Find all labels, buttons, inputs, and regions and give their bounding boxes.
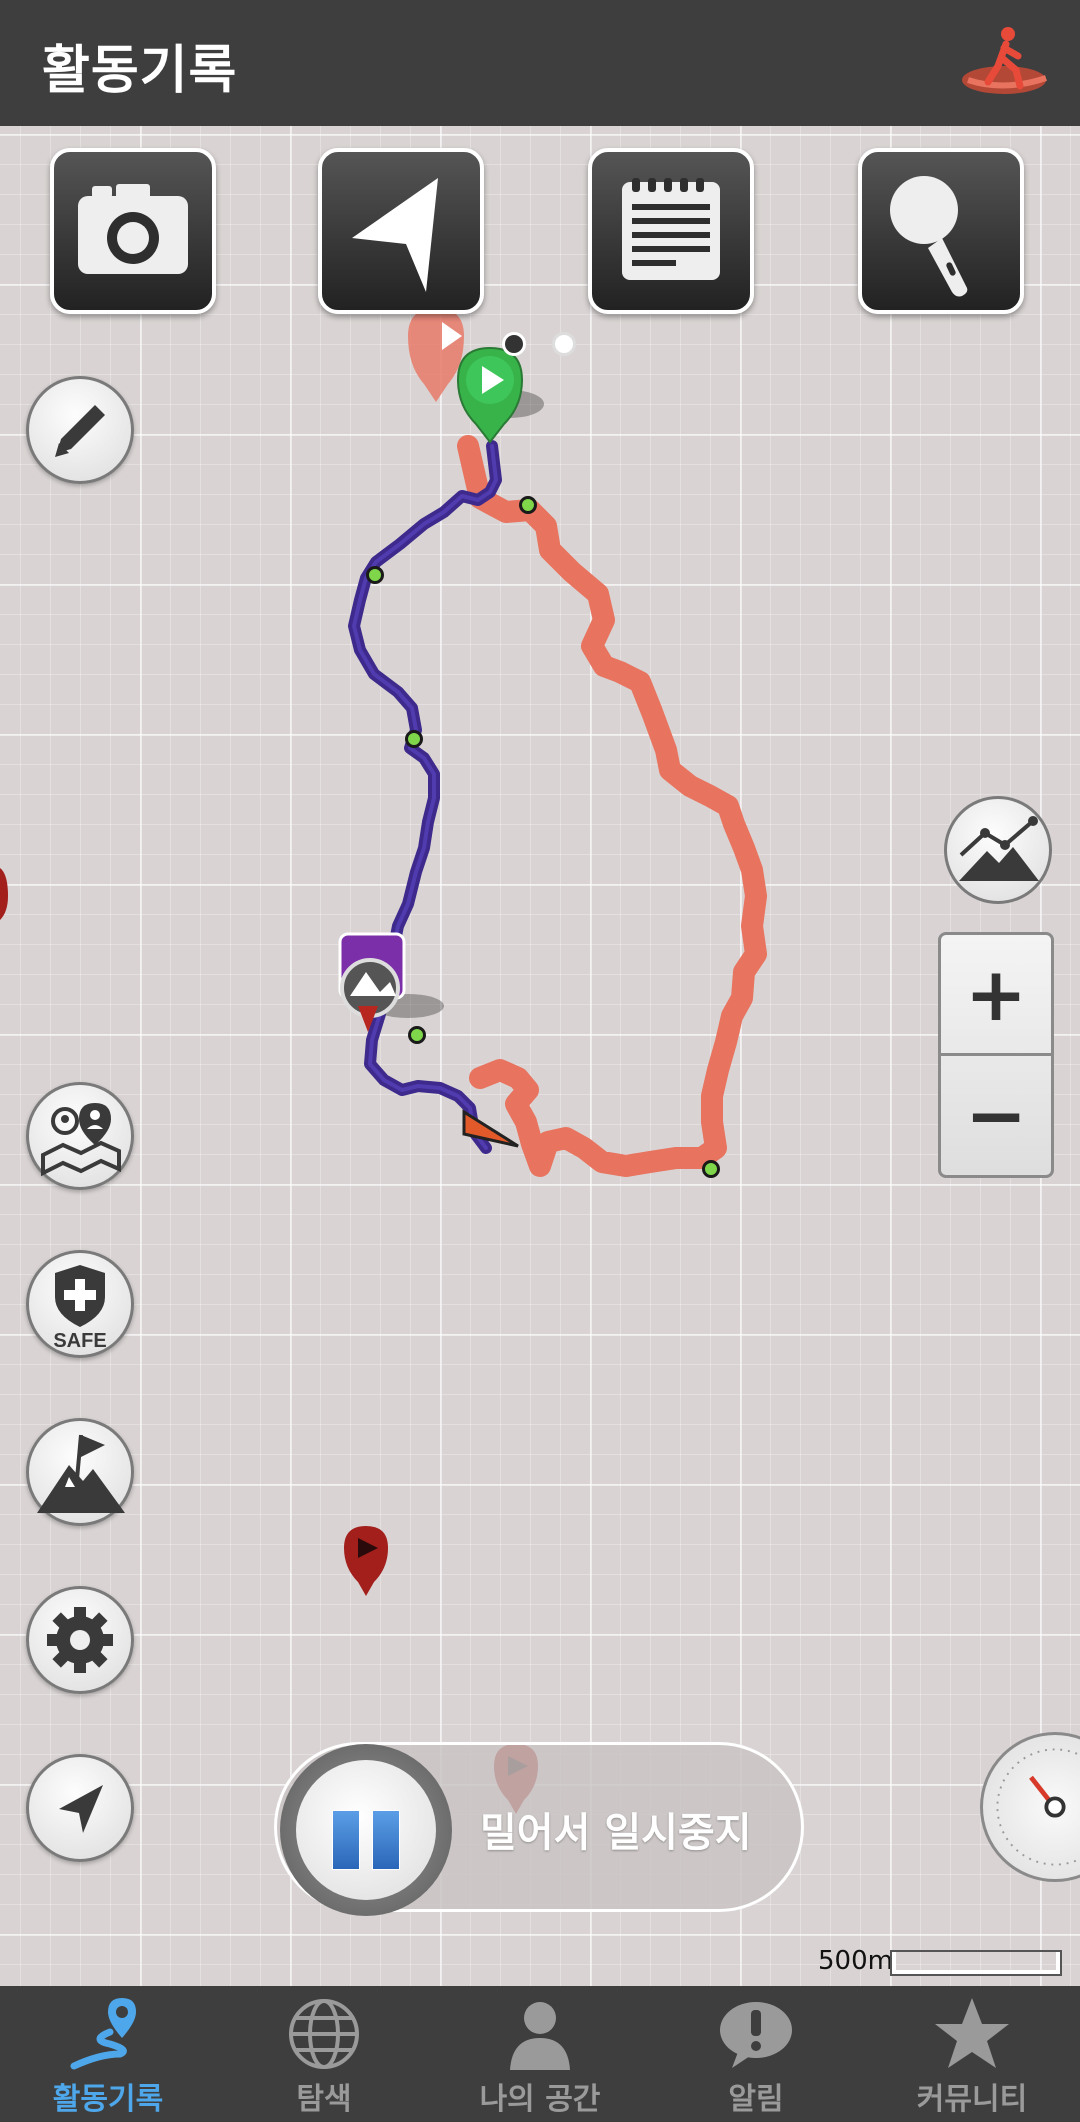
start-flag-pin-icon	[456, 346, 544, 444]
pause-icon	[332, 1810, 360, 1870]
tab-label: 탐색	[296, 2082, 352, 2117]
tab-label: 나의 공간	[479, 2082, 601, 2117]
tab-label: 알림	[728, 2082, 784, 2117]
pencil-icon	[55, 405, 105, 457]
edit-button[interactable]	[26, 376, 134, 484]
zoom-in-label: +	[964, 952, 1027, 1038]
tab-explore[interactable]: 탐색	[216, 1986, 432, 2122]
route-waypoint[interactable]	[519, 496, 537, 514]
slide-to-pause-label: 밀어서 일시중지	[480, 1810, 752, 1856]
gear-icon	[47, 1607, 113, 1673]
elevation-chart-icon	[959, 816, 1039, 881]
map-scale-bar	[892, 1952, 1060, 1974]
app-header: 활동기록	[0, 0, 1080, 126]
compass-icon	[996, 1748, 1080, 1866]
svg-text:SAFE: SAFE	[53, 1330, 106, 1352]
summit-marker-icon	[338, 932, 444, 1032]
page-indicator-active[interactable]	[502, 332, 526, 356]
globe-icon	[289, 1999, 359, 2069]
zoom-in-button[interactable]: +	[941, 935, 1051, 1055]
mountain-flag-button[interactable]	[26, 1418, 134, 1526]
route-pin-icon	[70, 1998, 136, 2070]
edge-pin-icon	[0, 868, 8, 920]
bottom-tab-bar: 활동기록 탐색 나의 공간 알림 커뮤니티	[0, 1986, 1080, 2122]
planned-route-line	[457, 435, 767, 1177]
star-icon	[935, 1998, 1009, 2068]
map-scale-label: 500m	[818, 1946, 893, 1976]
zoom-control: + −	[938, 932, 1054, 1178]
voice-memo-button[interactable]	[858, 148, 1024, 314]
navigation-arrow-icon	[352, 178, 438, 292]
tab-label: 커뮤니티	[916, 2082, 1028, 2117]
route-waypoint[interactable]	[408, 1026, 426, 1044]
route-overlay	[0, 308, 990, 1814]
page-indicator[interactable]	[552, 332, 576, 356]
current-position-arrow	[462, 1109, 519, 1148]
safe-button[interactable]: SAFE	[26, 1250, 134, 1358]
notepad-icon	[622, 178, 720, 280]
compass-button[interactable]	[980, 1732, 1080, 1882]
my-location-button[interactable]	[26, 1754, 134, 1862]
microphone-icon	[890, 176, 968, 297]
friends-map-button[interactable]	[26, 1082, 134, 1190]
location-arrow-icon	[59, 1785, 103, 1833]
safe-shield-icon: SAFE	[53, 1265, 107, 1352]
tab-label: 활동기록	[52, 2082, 164, 2117]
tab-activity-record[interactable]: 활동기록	[0, 1986, 216, 2122]
zoom-out-label: −	[964, 1073, 1027, 1159]
page-title: 활동기록	[42, 41, 238, 101]
start-pin-shadow-icon	[408, 308, 464, 402]
route-waypoint[interactable]	[405, 730, 423, 748]
person-icon	[510, 2002, 570, 2070]
zoom-out-button[interactable]: −	[941, 1056, 1051, 1175]
tab-my-space[interactable]: 나의 공간	[432, 1986, 648, 2122]
mountain-flag-icon	[37, 1434, 125, 1513]
waypoint-pin-icon	[344, 1526, 388, 1596]
camera-icon	[78, 184, 188, 274]
pause-slider-knob[interactable]	[280, 1744, 452, 1916]
recorded-route-line	[348, 440, 502, 1154]
route-waypoint[interactable]	[366, 566, 384, 584]
alert-bubble-icon	[720, 2002, 792, 2068]
camera-button[interactable]	[50, 148, 216, 314]
memo-button[interactable]	[588, 148, 754, 314]
map-view[interactable]	[0, 126, 1080, 1986]
tab-community[interactable]: 커뮤니티	[864, 1986, 1080, 2122]
elevation-graph-button[interactable]	[944, 796, 1052, 904]
walking-person-icon[interactable]	[958, 22, 1050, 106]
map-people-icon	[41, 1103, 121, 1177]
tab-alerts[interactable]: 알림	[648, 1986, 864, 2122]
settings-button[interactable]	[26, 1586, 134, 1694]
route-waypoint[interactable]	[702, 1160, 720, 1178]
navigation-button[interactable]	[318, 148, 484, 314]
